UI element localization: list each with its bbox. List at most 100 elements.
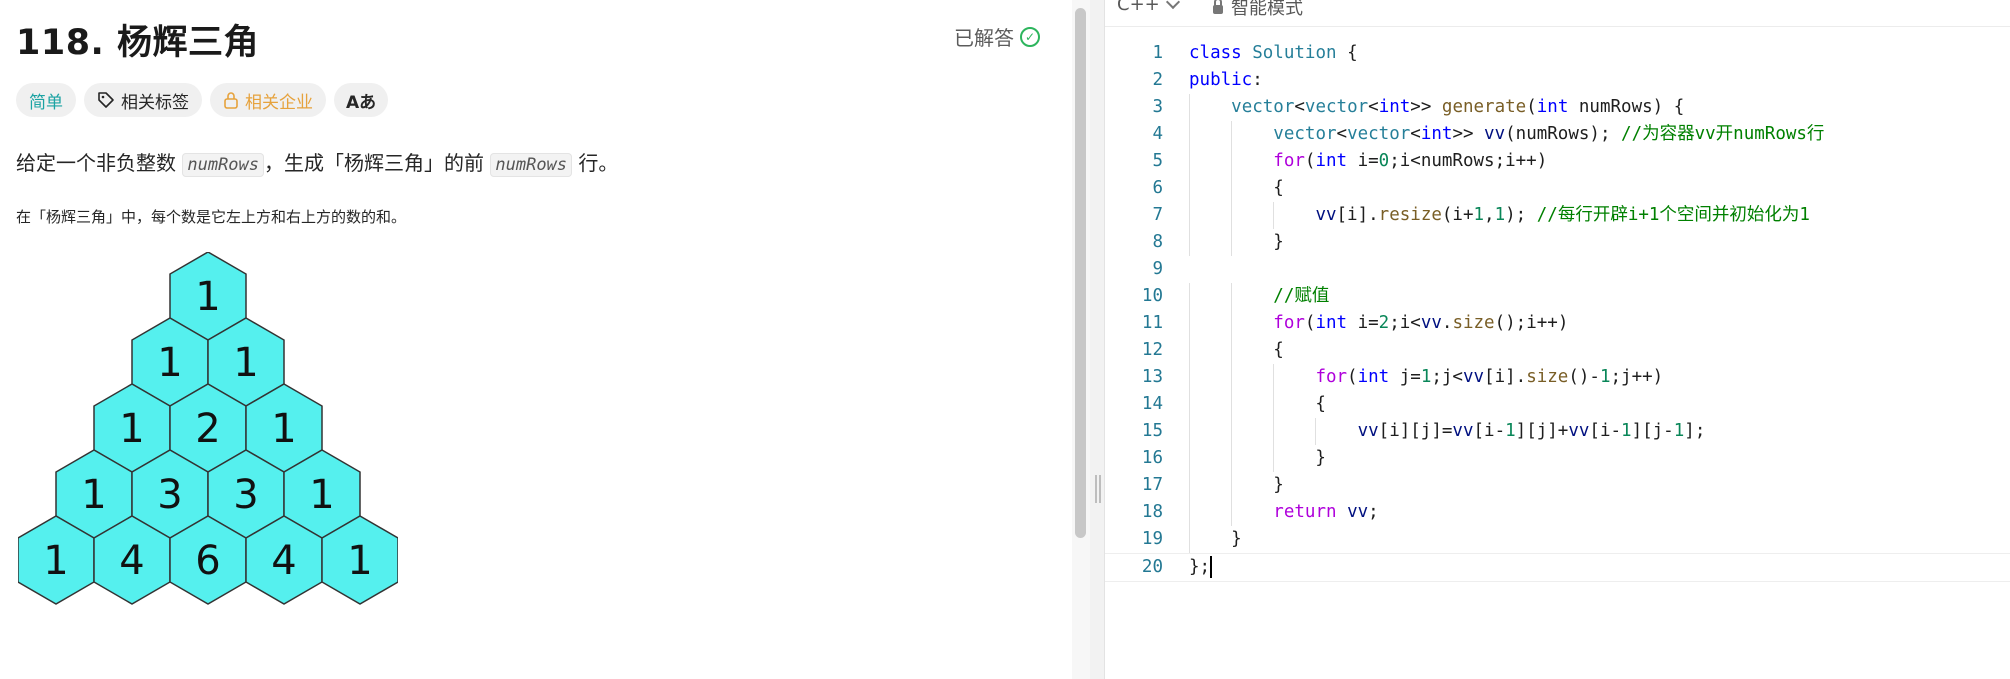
code-line[interactable]: 6 {: [1105, 175, 2010, 202]
line-number: 15: [1141, 421, 1163, 441]
related-tags-label: 相关标签: [121, 92, 189, 113]
code-line[interactable]: 12 {: [1105, 337, 2010, 364]
triangle-cell-value: 1: [309, 472, 334, 518]
difficulty-label: 简单: [29, 92, 63, 113]
line-number: 13: [1141, 367, 1163, 387]
triangle-cell-value: 6: [195, 538, 220, 584]
line-number: 7: [1152, 205, 1163, 225]
line-number: 1: [1152, 43, 1163, 63]
tag-icon: [98, 92, 114, 108]
line-number: 14: [1141, 394, 1163, 414]
triangle-cell-value: 1: [195, 274, 220, 320]
related-companies-button[interactable]: 相关企业: [210, 83, 326, 117]
code-text: class Solution {: [1189, 43, 1358, 63]
code-line[interactable]: 10 //赋值: [1105, 283, 2010, 310]
lock-icon: [224, 92, 238, 109]
desc-middle: ，生成「杨辉三角」的前: [264, 151, 485, 175]
triangle-cell-value: 1: [157, 340, 182, 386]
panel-resize-divider[interactable]: [1090, 0, 1105, 679]
problem-scrollbar-thumb[interactable]: [1075, 8, 1086, 538]
code-text: vector<vector<int>> vv(numRows); //为容器vv…: [1273, 124, 1825, 144]
line-number: 6: [1152, 178, 1163, 198]
code-text: }: [1189, 529, 1242, 549]
code-text: }: [1189, 475, 1284, 495]
code-line[interactable]: 13 for(int j=1;j<vv[i].size()-1;j++): [1105, 364, 2010, 391]
code-text: //赋值: [1273, 286, 1330, 306]
line-number: 4: [1152, 124, 1163, 144]
problem-note: 在「杨辉三角」中，每个数是它左上方和右上方的数的和。: [16, 208, 407, 226]
line-number: 8: [1152, 232, 1163, 252]
check-circle-icon: ✓: [1020, 26, 1040, 47]
code-editor-panel: C++ 智能模式 1 class Solution { 2 public: 3 vect…: [1105, 0, 2010, 679]
line-number: 17: [1141, 475, 1163, 495]
code-line[interactable]: 18 return vv;: [1105, 499, 2010, 526]
code-line[interactable]: 4 vector<vector<int>> vv(numRows); //为容器…: [1105, 121, 2010, 148]
code-line[interactable]: 2 public:: [1105, 67, 2010, 94]
solved-label: 已解答: [954, 26, 1014, 50]
language-label: C++: [1117, 0, 1160, 15]
code-text: };: [1189, 556, 1213, 578]
triangle-cell-value: 1: [347, 538, 372, 584]
problem-panel: 118. 杨辉三角 已解答 ✓ 简单 相关标签 相关企业 Aあ 给定一个非负整数: [0, 0, 1072, 679]
code-text: vv[i][j]=vv[i-1][j]+vv[i-1][j-1];: [1357, 421, 1706, 441]
related-companies-label: 相关企业: [245, 92, 313, 113]
line-number: 16: [1141, 448, 1163, 468]
code-text: return vv;: [1273, 502, 1379, 522]
code-line[interactable]: 14 {: [1105, 391, 2010, 418]
line-number: 9: [1152, 259, 1163, 279]
desc-suffix: 行。: [578, 151, 619, 175]
code-text: for(int i=2;i<vv.size();i++): [1273, 313, 1569, 333]
triangle-cell-value: 1: [81, 472, 106, 518]
difficulty-badge: 简单: [16, 83, 76, 117]
smart-mode-toggle[interactable]: 智能模式: [1213, 0, 1303, 20]
code-line[interactable]: 1 class Solution {: [1105, 40, 2010, 67]
code-line[interactable]: 7 vv[i].resize(i+1,1); //每行开辟i+1个空间并初始化为…: [1105, 202, 2010, 229]
translate-button[interactable]: Aあ: [334, 83, 389, 117]
code-line[interactable]: 15 vv[i][j]=vv[i-1][j]+vv[i-1][j-1];: [1105, 418, 2010, 445]
code-text: for(int j=1;j<vv[i].size()-1;j++): [1315, 367, 1664, 387]
code-line[interactable]: 9: [1105, 256, 2010, 283]
solved-status: 已解答 ✓: [954, 22, 1040, 51]
code-text: public:: [1189, 70, 1263, 90]
code-text: {: [1189, 394, 1326, 414]
line-number: 2: [1152, 70, 1163, 90]
triangle-cell-value: 1: [43, 538, 68, 584]
related-tags-button[interactable]: 相关标签: [84, 83, 202, 117]
triangle-cell-value: 1: [119, 406, 144, 452]
code-line[interactable]: 16 }: [1105, 445, 2010, 472]
language-selector[interactable]: C++: [1117, 0, 1180, 15]
line-number: 20: [1141, 557, 1163, 577]
code-text: vv[i].resize(i+1,1); //每行开辟i+1个空间并初始化为1: [1315, 205, 1810, 225]
tag-row: 简单 相关标签 相关企业 Aあ: [16, 83, 389, 117]
triangle-cell-value: 4: [119, 538, 144, 584]
triangle-cell-value: 3: [233, 472, 258, 518]
triangle-cell-value: 4: [271, 538, 296, 584]
code-line[interactable]: 3 vector<vector<int>> generate(int numRo…: [1105, 94, 2010, 121]
code-area[interactable]: 1 class Solution { 2 public: 3 vector<vector…: [1105, 40, 2010, 582]
code-line[interactable]: 20};: [1105, 553, 2010, 582]
smart-mode-label: 智能模式: [1231, 0, 1303, 19]
translate-icon: Aあ: [346, 92, 377, 113]
line-number: 10: [1141, 286, 1163, 306]
line-number: 11: [1141, 313, 1163, 333]
code-line[interactable]: 19 }: [1105, 526, 2010, 553]
triangle-cell-value: 3: [157, 472, 182, 518]
code-line[interactable]: 8 }: [1105, 229, 2010, 256]
code-text: }: [1189, 232, 1284, 252]
chevron-down-icon: [1165, 0, 1180, 10]
code-line[interactable]: 17 }: [1105, 472, 2010, 499]
line-number: 19: [1141, 529, 1163, 549]
triangle-cell-value: 2: [195, 406, 220, 452]
code-text: for(int i=0;i<numRows;i++): [1273, 151, 1548, 171]
code-line[interactable]: 5 for(int i=0;i<numRows;i++): [1105, 148, 2010, 175]
triangle-cell-value: 1: [271, 406, 296, 452]
line-number: 18: [1141, 502, 1163, 522]
problem-description: 给定一个非负整数 numRows ，生成「杨辉三角」的前 numRows 行。: [16, 147, 619, 177]
line-number: 5: [1152, 151, 1163, 171]
editor-toolbar: C++ 智能模式: [1105, 0, 2010, 27]
desc-prefix: 给定一个非负整数: [16, 151, 176, 175]
code-line[interactable]: 11 for(int i=2;i<vv.size();i++): [1105, 310, 2010, 337]
resize-grip-icon: [1095, 475, 1097, 503]
lock-icon: [1213, 0, 1223, 14]
inline-code-numrows: numRows: [182, 153, 265, 177]
